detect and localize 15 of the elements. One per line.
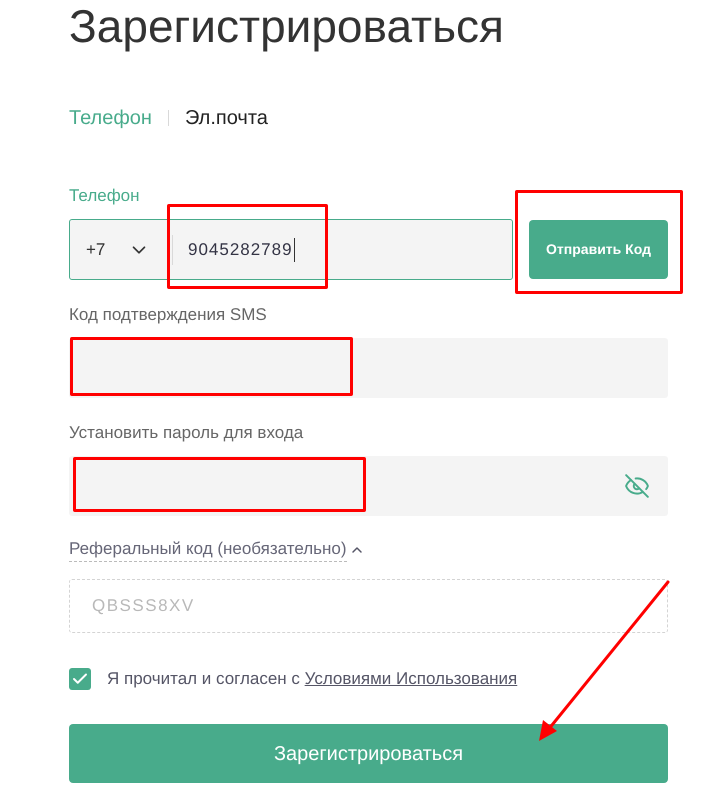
field-label: Установить пароль для входа xyxy=(69,422,304,444)
referral-code-input[interactable]: QBSSS8XV xyxy=(69,579,668,633)
eye-off-icon[interactable] xyxy=(624,473,650,499)
password-input[interactable] xyxy=(69,456,668,516)
sms-code-input[interactable] xyxy=(69,338,668,398)
agreement-text: Я прочитал и согласен с Условиями Использования xyxy=(107,668,518,690)
field-label: Телефон xyxy=(69,185,140,207)
phone-number-input[interactable]: 9045282789 xyxy=(173,220,512,279)
agreement-checkbox[interactable] xyxy=(69,668,91,690)
login-method-tab[interactable]: Эл.почта xyxy=(184,106,268,130)
terms-link[interactable]: Условиями Использования xyxy=(304,669,518,688)
field-label: Код подтверждения SMS xyxy=(69,304,267,326)
referral-code-toggle[interactable]: Реферальный код (необязательно) xyxy=(69,537,347,562)
page-title: Зарегистрироваться xyxy=(69,0,504,52)
country-code-select[interactable]: +7 xyxy=(70,220,172,279)
